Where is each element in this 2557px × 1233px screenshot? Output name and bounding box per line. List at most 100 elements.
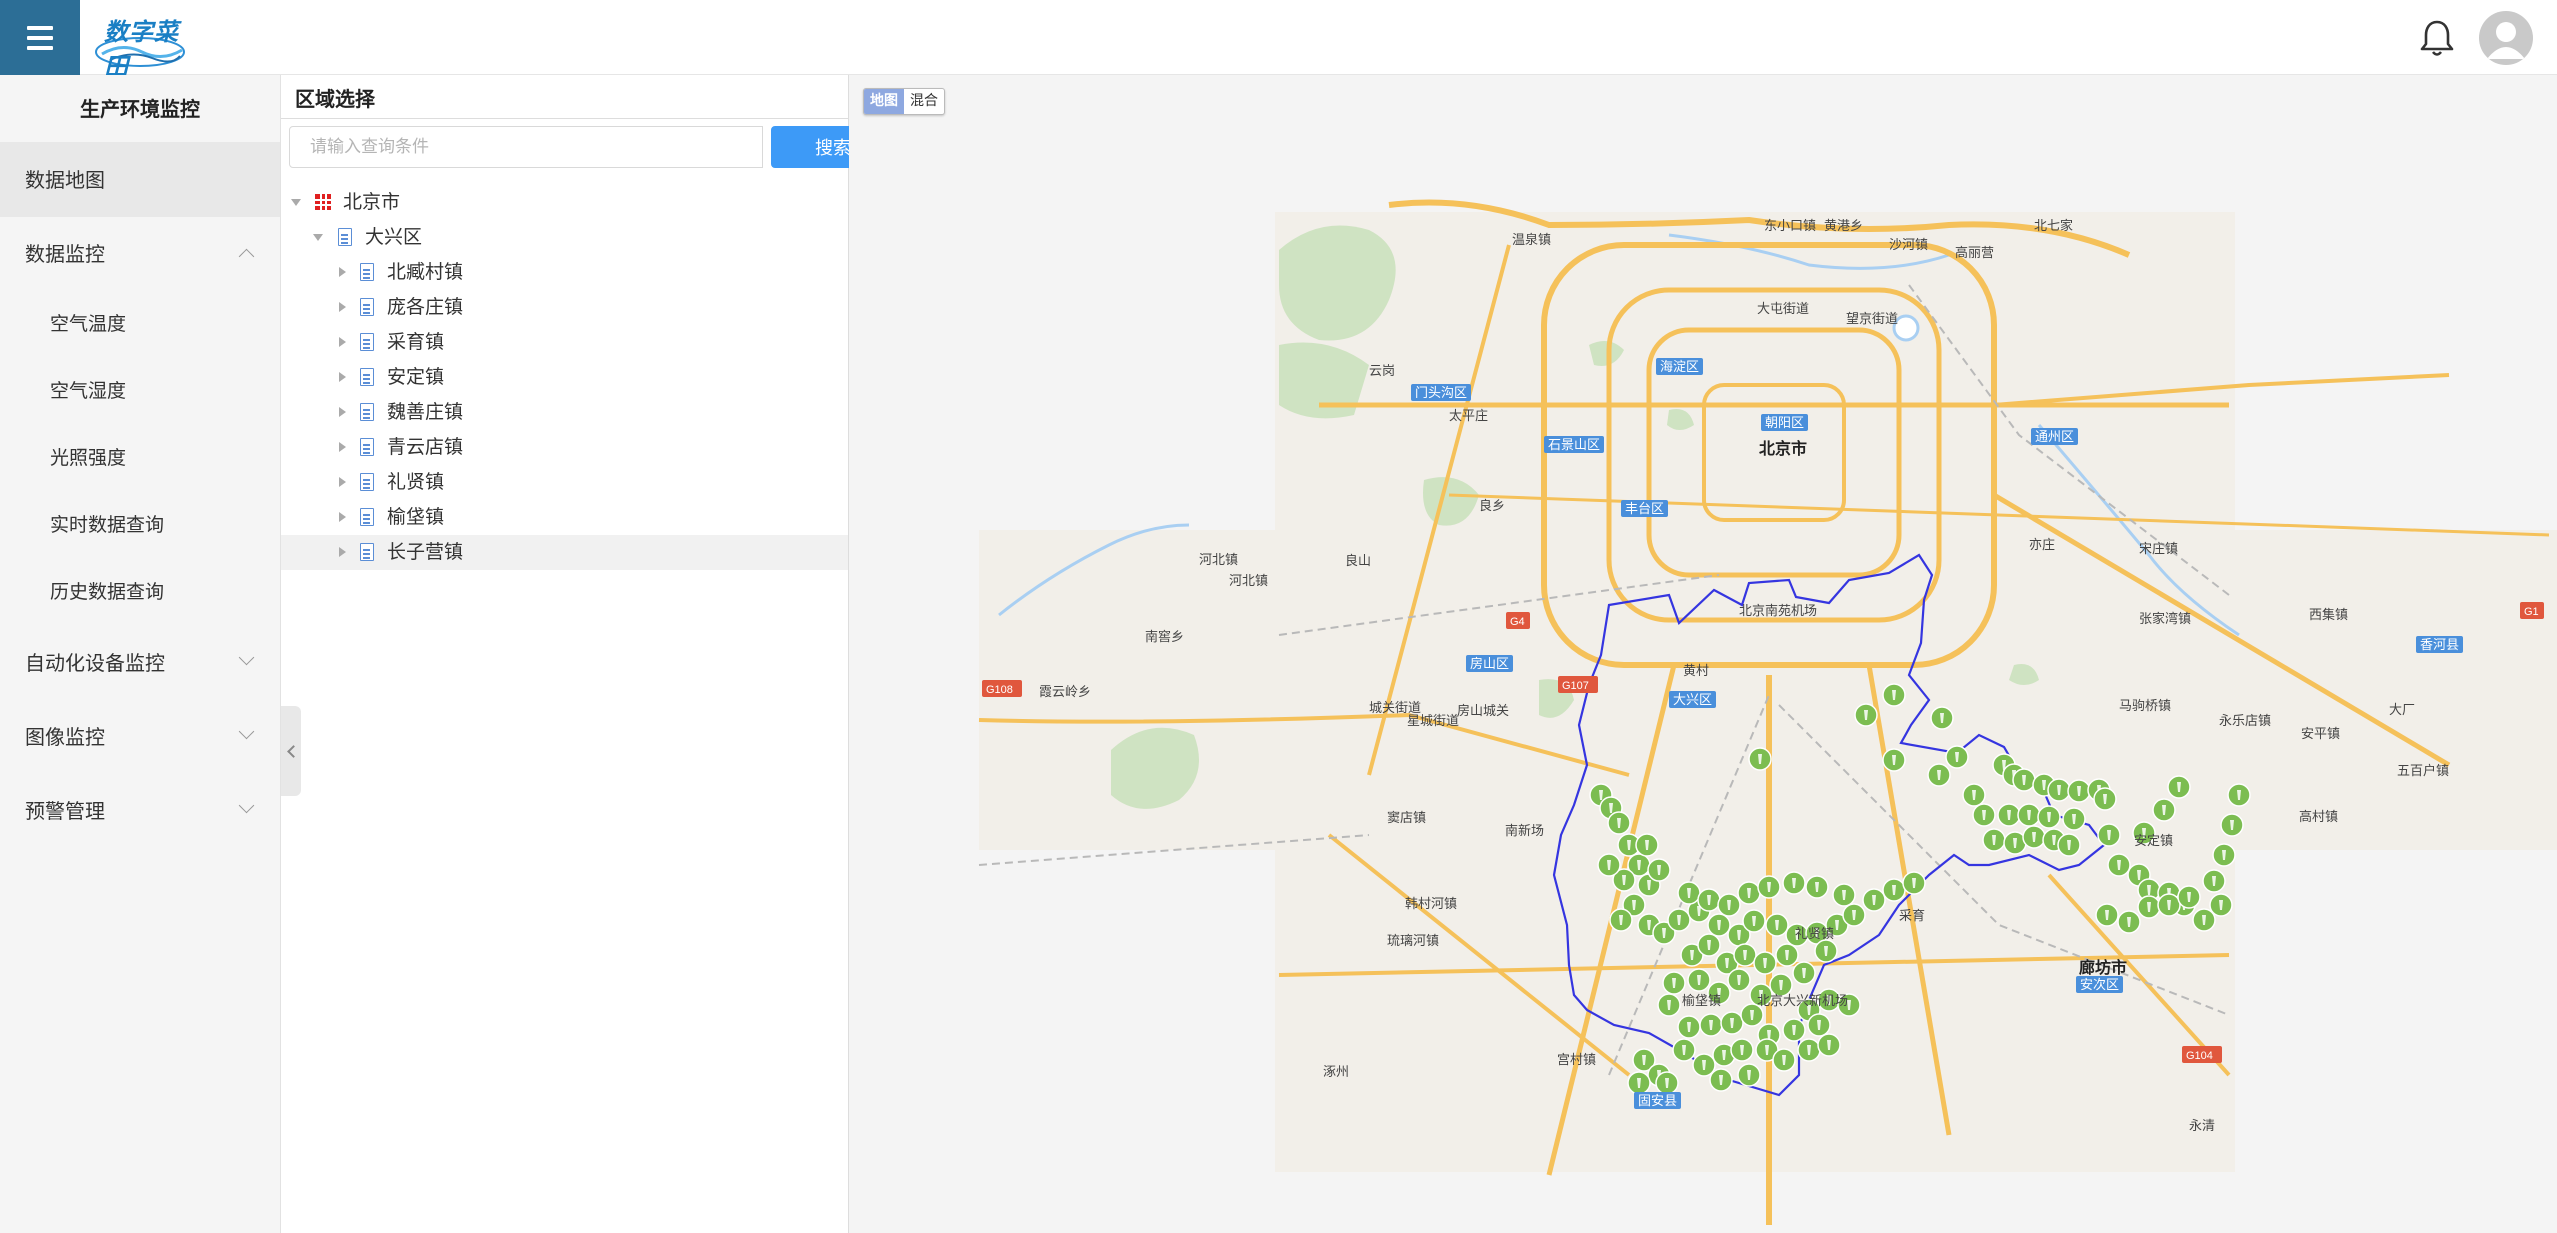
device-marker[interactable]: [1697, 888, 1721, 912]
device-marker[interactable]: [1902, 871, 1926, 895]
device-marker[interactable]: [1667, 908, 1691, 932]
device-marker[interactable]: [1607, 811, 1631, 835]
device-marker[interactable]: [1807, 1013, 1831, 1037]
sidebar-subitem-air-temperature[interactable]: 空气温度: [0, 291, 280, 358]
device-marker[interactable]: [1697, 933, 1721, 957]
device-marker[interactable]: [2137, 895, 2161, 919]
device-marker[interactable]: [1962, 783, 1986, 807]
tree-node-town-selected[interactable]: 长子营镇: [281, 535, 848, 570]
caret-right-icon[interactable]: [339, 267, 346, 277]
tree-node-town[interactable]: 安定镇: [281, 360, 848, 395]
device-marker[interactable]: [1737, 1063, 1761, 1087]
sidebar-item-alert-management[interactable]: 预警管理: [0, 774, 280, 848]
device-marker[interactable]: [2017, 803, 2041, 827]
tree-node-town[interactable]: 庞各庄镇: [281, 290, 848, 325]
device-marker[interactable]: [2227, 783, 2251, 807]
device-marker[interactable]: [2037, 805, 2061, 829]
caret-right-icon[interactable]: [339, 302, 346, 312]
map-type-map-button[interactable]: 地图: [864, 89, 904, 114]
device-marker[interactable]: [1982, 828, 2006, 852]
device-marker[interactable]: [1930, 706, 1954, 730]
device-marker[interactable]: [2192, 908, 2216, 932]
device-marker[interactable]: [1927, 763, 1951, 787]
device-marker[interactable]: [2047, 778, 2071, 802]
caret-right-icon[interactable]: [339, 442, 346, 452]
caret-right-icon[interactable]: [339, 477, 346, 487]
caret-down-icon[interactable]: [291, 199, 301, 206]
hamburger-menu-button[interactable]: [0, 0, 80, 75]
device-marker[interactable]: [2209, 893, 2233, 917]
sidebar-subitem-air-humidity[interactable]: 空气湿度: [0, 358, 280, 425]
device-marker[interactable]: [1677, 1015, 1701, 1039]
sidebar-item-data-monitor[interactable]: 数据监控: [0, 217, 280, 291]
device-marker[interactable]: [1609, 908, 1633, 932]
device-marker[interactable]: [1882, 748, 1906, 772]
device-marker[interactable]: [1862, 888, 1886, 912]
device-marker[interactable]: [1717, 893, 1741, 917]
device-marker[interactable]: [2212, 843, 2236, 867]
device-marker[interactable]: [1782, 871, 1806, 895]
device-marker[interactable]: [2202, 869, 2226, 893]
device-marker[interactable]: [1672, 1038, 1696, 1062]
tree-node-town[interactable]: 采育镇: [281, 325, 848, 360]
device-marker[interactable]: [1730, 1038, 1754, 1062]
device-marker[interactable]: [2095, 903, 2119, 927]
sidebar-subitem-history-query[interactable]: 历史数据查询: [0, 559, 280, 626]
device-marker[interactable]: [2097, 823, 2121, 847]
device-marker[interactable]: [1627, 1071, 1651, 1095]
device-marker[interactable]: [1709, 1068, 1733, 1092]
device-marker[interactable]: [2220, 813, 2244, 837]
sidebar-item-image-monitor[interactable]: 图像监控: [0, 700, 280, 774]
bell-icon[interactable]: [2419, 18, 2455, 58]
device-marker[interactable]: [1707, 913, 1731, 937]
device-marker[interactable]: [1882, 878, 1906, 902]
user-avatar-icon[interactable]: [2479, 11, 2533, 65]
tree-node-town[interactable]: 礼贤镇: [281, 465, 848, 500]
device-marker[interactable]: [1805, 875, 1829, 899]
device-marker[interactable]: [1757, 875, 1781, 899]
device-marker[interactable]: [1772, 1048, 1796, 1072]
device-marker[interactable]: [2062, 807, 2086, 831]
device-marker[interactable]: [1842, 903, 1866, 927]
device-marker[interactable]: [2167, 775, 2191, 799]
device-marker[interactable]: [1657, 993, 1681, 1017]
device-marker[interactable]: [1775, 943, 1799, 967]
device-marker[interactable]: [1677, 881, 1701, 905]
device-marker[interactable]: [2012, 768, 2036, 792]
device-marker[interactable]: [1997, 803, 2021, 827]
device-marker[interactable]: [2152, 798, 2176, 822]
device-marker[interactable]: [1753, 951, 1777, 975]
device-marker[interactable]: [1817, 1033, 1841, 1057]
device-marker[interactable]: [1692, 1053, 1716, 1077]
device-marker[interactable]: [1720, 1011, 1744, 1035]
device-marker[interactable]: [1655, 1071, 1679, 1095]
device-marker[interactable]: [1782, 1018, 1806, 1042]
device-marker[interactable]: [1687, 968, 1711, 992]
caret-right-icon[interactable]: [339, 512, 346, 522]
device-marker[interactable]: [1765, 913, 1789, 937]
tree-node-town[interactable]: 北臧村镇: [281, 255, 848, 290]
device-marker[interactable]: [2157, 893, 2181, 917]
device-marker[interactable]: [1945, 745, 1969, 769]
sidebar-item-automation-monitor[interactable]: 自动化设备监控: [0, 626, 280, 700]
device-marker[interactable]: [1662, 971, 1686, 995]
sidebar-subitem-light-intensity[interactable]: 光照强度: [0, 425, 280, 492]
device-marker[interactable]: [1635, 833, 1659, 857]
device-marker[interactable]: [1792, 961, 1816, 985]
caret-right-icon[interactable]: [339, 337, 346, 347]
tree-node-town[interactable]: 魏善庄镇: [281, 395, 848, 430]
device-marker[interactable]: [2022, 825, 2046, 849]
caret-right-icon[interactable]: [339, 407, 346, 417]
tree-node-daxing[interactable]: 大兴区: [281, 220, 848, 255]
sidebar-subitem-realtime-query[interactable]: 实时数据查询: [0, 492, 280, 559]
device-marker[interactable]: [1972, 803, 1996, 827]
device-marker[interactable]: [1733, 943, 1757, 967]
caret-right-icon[interactable]: [339, 547, 346, 557]
device-marker[interactable]: [1647, 858, 1671, 882]
device-marker[interactable]: [1748, 747, 1772, 771]
device-marker[interactable]: [2177, 885, 2201, 909]
collapse-panel-button[interactable]: [281, 706, 301, 796]
sidebar-item-data-map[interactable]: 数据地图: [0, 143, 280, 217]
device-marker[interactable]: [2117, 910, 2141, 934]
device-marker[interactable]: [1742, 909, 1766, 933]
